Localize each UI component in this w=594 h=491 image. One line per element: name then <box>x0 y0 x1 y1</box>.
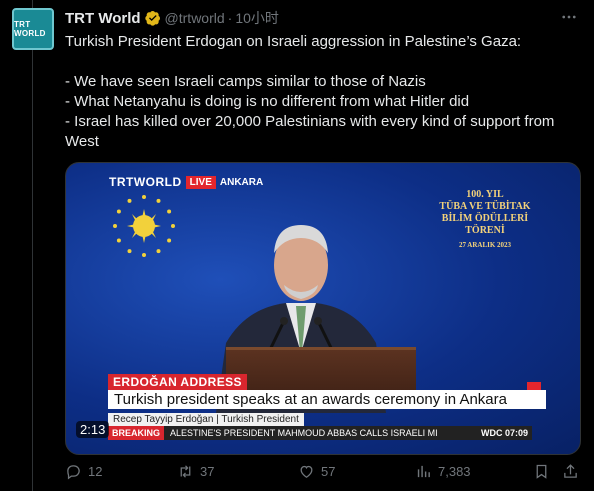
tweet-line: - What Netanyahu is doing is no differen… <box>65 93 470 110</box>
event-title-line: BİLİM ÖDÜLLERİ <box>441 213 529 224</box>
reply-button[interactable]: 12 <box>65 463 102 480</box>
channel-bug: TRTWORLD LIVE ANKARA <box>109 175 263 189</box>
lower-third-category: ERDOĞAN ADDRESS <box>108 374 247 390</box>
repost-button[interactable]: 37 <box>177 463 214 480</box>
video-duration: 2:13 <box>76 421 110 438</box>
video-player[interactable]: TRTWORLD LIVE ANKARA 100. YIL TÜBA VE TÜ… <box>65 162 581 455</box>
repost-icon <box>180 465 191 478</box>
lower-third-subtitle: Recep Tayyip Erdoğan | Turkish President <box>108 413 304 426</box>
repost-count: 37 <box>200 464 215 479</box>
channel-logo: TRTWORLD <box>109 175 182 189</box>
views-icon <box>417 465 430 478</box>
tweet-actions: 12 37 57 7,383 <box>65 463 579 485</box>
ticker-text: ALESTINE'S PRESIDENT MAHMOUD ABBAS CALLS… <box>170 428 438 438</box>
event-date: 27 ARALIK 2023 <box>458 241 512 249</box>
heart-icon <box>300 465 313 478</box>
location-label: ANKARA <box>219 176 264 188</box>
tweet-header: TRT World @trtworld · 10小时 <box>65 8 279 28</box>
reply-icon <box>67 465 80 480</box>
event-title-line: 100. YIL <box>466 189 504 200</box>
avatar-text: TRT WORLD <box>14 20 46 38</box>
like-button[interactable]: 57 <box>298 463 335 480</box>
live-badge: LIVE <box>185 175 216 189</box>
share-button[interactable] <box>562 463 579 480</box>
share-icon <box>564 464 577 478</box>
timestamp[interactable]: 10小时 <box>235 8 279 28</box>
tweet-text: Turkish President Erdogan on Israeli agg… <box>65 32 585 152</box>
like-count: 57 <box>321 464 336 479</box>
bookmark-button[interactable] <box>533 463 550 480</box>
avatar[interactable]: TRT WORLD <box>12 8 54 50</box>
event-title-line: TÜBA VE TÜBİTAK <box>439 201 531 212</box>
more-icon <box>562 15 576 19</box>
display-name[interactable]: TRT World <box>65 10 141 27</box>
views-button[interactable]: 7,383 <box>415 463 471 480</box>
tweet-line: Turkish President Erdogan on Israeli agg… <box>65 33 522 50</box>
timeline-rail <box>0 0 33 491</box>
reply-count: 12 <box>88 464 103 479</box>
bookmark-icon <box>536 464 547 479</box>
lower-third-headline: Turkish president speaks at an awards ce… <box>108 390 546 409</box>
ticker-clock: WDC 07:09 <box>480 428 528 438</box>
more-options-button[interactable] <box>560 8 578 31</box>
view-count: 7,383 <box>438 464 471 479</box>
handle[interactable]: @trtworld <box>165 10 225 26</box>
verified-badge-icon <box>144 11 160 26</box>
ticker-label: BREAKING <box>108 426 165 440</box>
tweet-line: - We have seen Israeli camps similar to … <box>65 73 426 90</box>
turkish-emblem-icon <box>113 195 175 257</box>
separator-dot: · <box>227 10 233 26</box>
event-title-line: TÖRENİ <box>465 225 505 236</box>
tweet-line <box>65 52 585 72</box>
news-ticker: BREAKING ALESTINE'S PRESIDENT MAHMOUD AB… <box>108 426 532 440</box>
tweet-line: - Israel has killed over 20,000 Palestin… <box>65 113 555 150</box>
event-title: 100. YIL TÜBA VE TÜBİTAK BİLİM ÖDÜLLERİ … <box>430 189 540 251</box>
